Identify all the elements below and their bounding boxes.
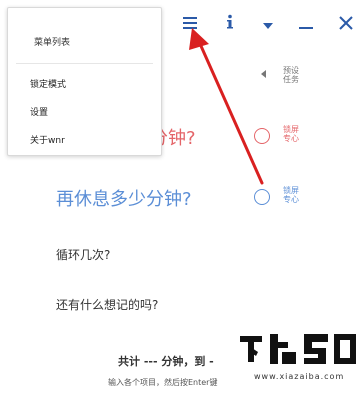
- work-lock-label: 锁屏专心: [283, 125, 299, 143]
- preset-tasks-button[interactable]: 预设任务: [282, 66, 300, 84]
- menu-item-about[interactable]: 关于wnr: [30, 133, 65, 146]
- close-button[interactable]: [334, 12, 358, 36]
- rest-duration-input[interactable]: 再休息多少分钟?: [56, 185, 192, 211]
- menu-button[interactable]: [178, 12, 202, 36]
- minimize-button[interactable]: [294, 12, 318, 36]
- info-button[interactable]: [218, 12, 242, 36]
- menu-title: 菜单列表: [34, 38, 71, 48]
- menu-item-lock-mode[interactable]: 锁定模式: [30, 77, 66, 90]
- hint-text: 输入各个项目，然后按Enter键: [108, 378, 218, 387]
- minimize-icon: [299, 15, 313, 34]
- loop-count-input[interactable]: 循环几次?: [56, 246, 110, 263]
- note-input[interactable]: 还有什么想记的吗?: [56, 296, 158, 313]
- rest-lock-radio[interactable]: [254, 189, 270, 205]
- summary-text: 共计 --- 分钟，到 -: [118, 355, 214, 368]
- work-lock-radio[interactable]: [254, 128, 270, 144]
- watermark-url: www.xiazaiba.com: [254, 372, 345, 381]
- hamburger-icon: [182, 15, 198, 34]
- menu-item-settings[interactable]: 设置: [30, 105, 48, 118]
- chevron-left-icon[interactable]: [261, 70, 266, 78]
- menu-popup: 菜单列表 锁定模式 设置 关于wnr: [7, 7, 162, 156]
- close-icon: [339, 15, 353, 34]
- caret-down-icon: [263, 15, 273, 34]
- menu-divider: [16, 63, 153, 64]
- info-icon: [225, 14, 235, 34]
- watermark-logo: www.xiazaiba.com: [228, 322, 364, 396]
- rest-lock-label: 锁屏专心: [283, 186, 299, 204]
- dropdown-button[interactable]: [256, 12, 280, 36]
